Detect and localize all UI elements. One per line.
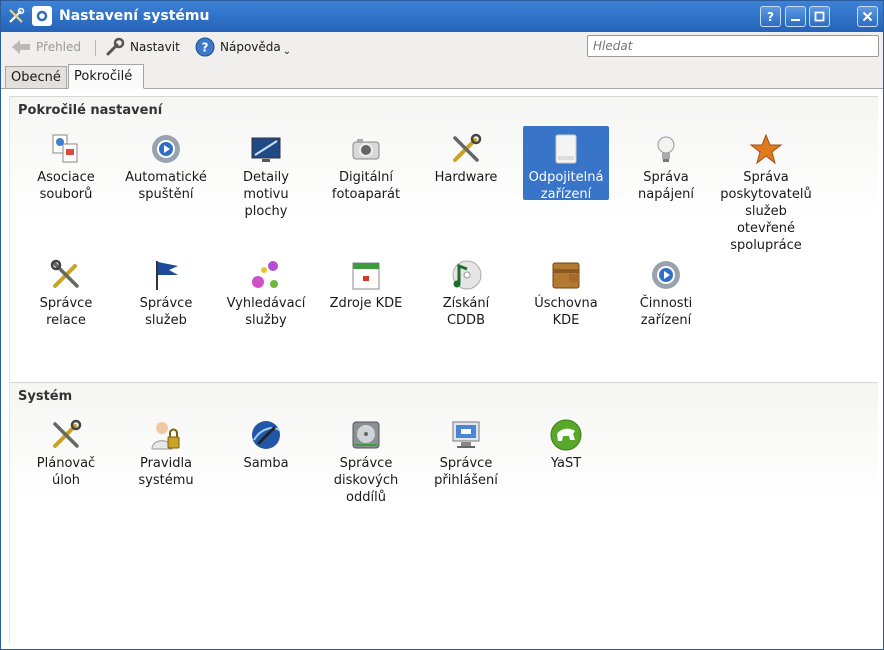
settings-item-label: Správce služeb — [139, 296, 193, 328]
overview-label: Přehled — [36, 40, 82, 54]
section-title: Pokročilé nastavení — [18, 103, 163, 118]
window-title: Nastavení systému — [59, 8, 210, 24]
minimize-button[interactable] — [785, 6, 806, 27]
section-system: Systém Plánovač úloh Pravidla systému Samba S… — [9, 382, 878, 643]
settings-item-label: Pravidla systému — [138, 456, 194, 488]
maximize-button[interactable] — [809, 6, 830, 27]
star-icon — [749, 132, 783, 166]
disk-partition-icon — [349, 418, 383, 452]
wallet-icon — [549, 258, 583, 292]
back-arrow-icon — [11, 37, 31, 57]
help-label: Nápověda — [220, 40, 281, 54]
settings-item[interactable]: Úschovna KDE — [523, 252, 609, 329]
settings-item-label: Plánovač úloh — [36, 456, 96, 488]
desktop-theme-icon — [249, 132, 283, 166]
close-button[interactable] — [857, 6, 878, 27]
window-menu-icon[interactable] — [32, 6, 52, 26]
help-menu-button[interactable]: ? Nápověda ⌄ — [195, 36, 291, 58]
yast-icon — [549, 418, 583, 452]
settings-item[interactable]: Správce relace — [23, 252, 109, 329]
settings-item[interactable]: Plánovač úloh — [23, 412, 109, 489]
tab-advanced[interactable]: Pokročilé — [68, 64, 144, 89]
settings-item-label: Správa poskytovatelů služeb otevřené spolupr… — [720, 170, 812, 253]
settings-item-label: Samba — [243, 456, 289, 471]
content-area: Pokročilé nastavení Asociace souborů Autom… — [1, 89, 883, 649]
settings-item[interactable]: Samba — [223, 412, 309, 472]
settings-item-label: Zdroje KDE — [329, 296, 403, 311]
settings-item-label: Odpojitelná zařízení — [528, 170, 604, 202]
login-manager-icon — [449, 418, 483, 452]
titlebar[interactable]: Nastavení systému ? — [1, 1, 883, 32]
settings-item[interactable]: Odpojitelná zařízení — [523, 126, 609, 202]
overview-button[interactable]: Přehled — [11, 36, 81, 58]
svg-text:?: ? — [202, 41, 209, 55]
settings-item-label: Vyhledávací služby — [226, 296, 306, 328]
settings-window: Nastavení systému ? Přehled Nastavit ? N… — [0, 0, 884, 650]
scheduler-tools-icon — [49, 418, 83, 452]
settings-item[interactable]: Pravidla systému — [123, 412, 209, 489]
settings-item-label: Správce relace — [39, 296, 93, 328]
settings-item-label: Úschovna KDE — [534, 296, 598, 328]
music-cd-icon — [449, 258, 483, 292]
toolbar-separator — [95, 40, 96, 56]
autostart-icon — [149, 132, 183, 166]
settings-item-label: Činnosti zařízení — [639, 296, 693, 328]
chevron-down-icon: ⌄ — [282, 45, 292, 57]
settings-item[interactable]: Zdroje KDE — [323, 252, 409, 312]
file-association-icon — [49, 132, 83, 166]
discovery-icon — [249, 258, 283, 292]
settings-item[interactable]: Činnosti zařízení — [623, 252, 709, 329]
settings-item-label: Správce diskových oddílů — [333, 456, 399, 505]
hardware-tools-icon — [449, 132, 483, 166]
help-circle-icon: ? — [195, 37, 215, 57]
settings-item[interactable]: Správce služeb — [123, 252, 209, 329]
camera-icon — [349, 132, 383, 166]
settings-item[interactable]: Asociace souborů — [23, 126, 109, 203]
settings-item-label: Detaily motivu plochy — [243, 170, 289, 219]
configure-label: Nastavit — [130, 40, 180, 54]
tab-bar: Obecné Pokročilé — [1, 62, 883, 89]
user-lock-icon — [149, 418, 183, 452]
session-tools-icon — [49, 258, 83, 292]
flag-icon — [149, 258, 183, 292]
settings-item[interactable]: YaST — [523, 412, 609, 472]
settings-item-label: Hardware — [434, 170, 498, 185]
lightbulb-icon — [649, 132, 683, 166]
settings-item-label: Získání CDDB — [442, 296, 490, 328]
configure-button[interactable]: Nastavit — [105, 36, 180, 58]
settings-item[interactable]: Správa poskytovatelů služeb otevřené spolupr… — [720, 126, 812, 254]
settings-item[interactable]: Správa napájení — [623, 126, 709, 203]
settings-item-label: Automatické spuštění — [125, 170, 207, 202]
calendar-icon — [349, 258, 383, 292]
search-input[interactable] — [587, 35, 879, 57]
settings-item[interactable]: Detaily motivu plochy — [223, 126, 309, 220]
settings-item[interactable]: Získání CDDB — [423, 252, 509, 329]
settings-item[interactable]: Správce přihlášení — [423, 412, 509, 489]
settings-item-label: Asociace souborů — [37, 170, 95, 202]
settings-item-label: Správce přihlášení — [434, 456, 498, 488]
settings-item[interactable]: Digitální fotoaparát — [323, 126, 409, 203]
settings-item-label: YaST — [550, 456, 582, 471]
samba-icon — [249, 418, 283, 452]
tab-general[interactable]: Obecné — [5, 66, 67, 88]
settings-item[interactable]: Vyhledávací služby — [223, 252, 309, 329]
settings-item[interactable]: Hardware — [423, 126, 509, 186]
help-button[interactable]: ? — [760, 6, 781, 27]
removable-drive-icon — [549, 132, 583, 166]
section-advanced: Pokročilé nastavení Asociace souborů Autom… — [9, 96, 878, 381]
wrench-icon — [105, 37, 125, 57]
tools-icon[interactable] — [6, 6, 26, 26]
settings-item[interactable]: Automatické spuštění — [123, 126, 209, 203]
settings-item-label: Správa napájení — [638, 170, 694, 202]
device-actions-icon — [649, 258, 683, 292]
settings-item-label: Digitální fotoaparát — [331, 170, 401, 202]
section-title: Systém — [18, 389, 73, 404]
settings-item[interactable]: Správce diskových oddílů — [323, 412, 409, 506]
